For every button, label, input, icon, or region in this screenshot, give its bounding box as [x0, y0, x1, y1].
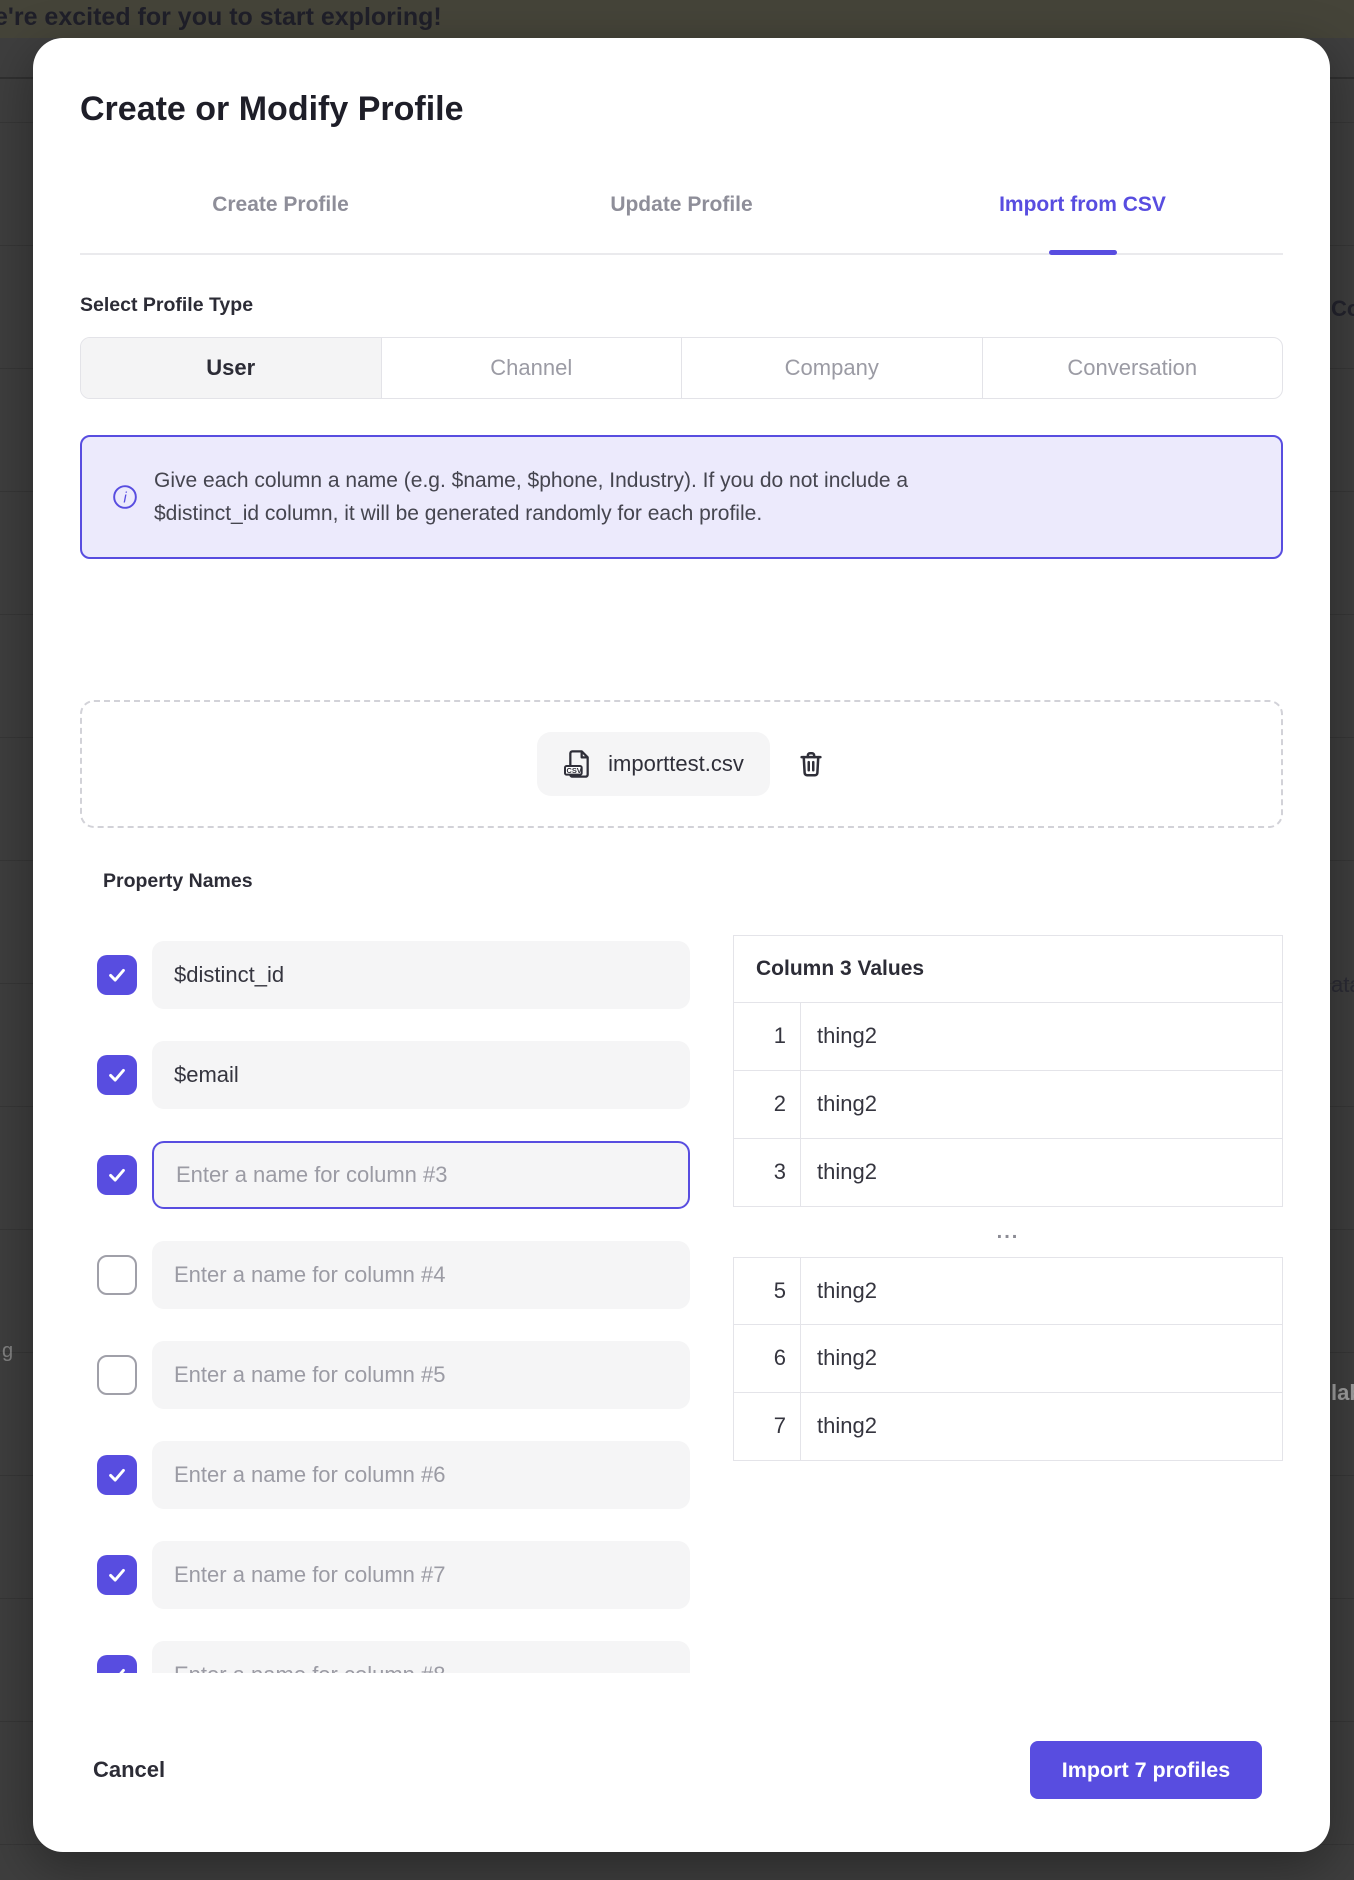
profile-type-channel[interactable]: Channel [381, 338, 682, 398]
row-index: 5 [734, 1258, 801, 1324]
row-index: 1 [734, 1003, 801, 1070]
table-row: 1 thing2 [733, 1003, 1283, 1071]
column-2-name-input[interactable] [152, 1041, 690, 1109]
tab-import-from-csv[interactable]: Import from CSV [882, 180, 1283, 230]
property-row [97, 1141, 697, 1209]
property-row [97, 941, 697, 1009]
row-value: thing2 [801, 1393, 877, 1460]
info-banner: i Give each column a name (e.g. $name, $… [80, 435, 1283, 559]
property-row [97, 1341, 697, 1409]
property-row [97, 1041, 697, 1109]
profile-type-conversation[interactable]: Conversation [982, 338, 1283, 398]
check-icon [106, 1564, 128, 1586]
table-row: 3 thing2 [733, 1139, 1283, 1207]
column-8-name-input[interactable] [152, 1641, 690, 1673]
property-row [97, 1241, 697, 1309]
column-3-name-input[interactable] [152, 1141, 690, 1209]
tab-create-profile[interactable]: Create Profile [80, 180, 481, 230]
background-text-fragment: Col [1331, 296, 1354, 322]
table-row: 2 thing2 [733, 1071, 1283, 1139]
column-5-name-input[interactable] [152, 1341, 690, 1409]
profile-type-user[interactable]: User [81, 338, 381, 398]
background-text-fragment: g [2, 1340, 13, 1363]
background-banner-text: e're excited for you to start exploring! [0, 3, 442, 32]
tab-update-profile[interactable]: Update Profile [481, 180, 882, 230]
create-or-modify-profile-dialog: Create or Modify Profile Create Profile … [33, 38, 1330, 1852]
table-row: 5 thing2 [733, 1257, 1283, 1325]
uploaded-file-chip[interactable]: CSV importtest.csv [537, 732, 770, 796]
dialog-title: Create or Modify Profile [80, 90, 464, 129]
column-7-name-input[interactable] [152, 1541, 690, 1609]
import-profiles-button[interactable]: Import 7 profiles [1030, 1741, 1262, 1799]
svg-text:CSV: CSV [567, 766, 582, 775]
column-6-name-input[interactable] [152, 1441, 690, 1509]
cancel-button[interactable]: Cancel [93, 1750, 165, 1790]
background-text-fragment: lab [1331, 1380, 1354, 1406]
info-banner-text: Give each column a name (e.g. $name, $ph… [154, 464, 1014, 530]
profile-type-company[interactable]: Company [681, 338, 982, 398]
column-values-preview: Column 3 Values 1 thing2 2 thing2 3 thin… [733, 935, 1283, 1461]
column-1-checkbox[interactable] [97, 955, 137, 995]
table-row: 6 thing2 [733, 1325, 1283, 1393]
uploaded-file-name: importtest.csv [608, 751, 744, 777]
check-icon [106, 1464, 128, 1486]
column-2-checkbox[interactable] [97, 1055, 137, 1095]
check-icon [106, 964, 128, 986]
column-6-checkbox[interactable] [97, 1455, 137, 1495]
row-index: 6 [734, 1325, 801, 1392]
check-icon [106, 1164, 128, 1186]
preview-table-header: Column 3 Values [733, 935, 1283, 1003]
select-profile-type-label: Select Profile Type [80, 294, 253, 317]
property-names-list [97, 941, 697, 1673]
column-1-name-input[interactable] [152, 941, 690, 1009]
row-value: thing2 [801, 1325, 877, 1392]
profile-type-segmented-control: User Channel Company Conversation [80, 337, 1283, 399]
csv-file-icon: CSV [563, 748, 595, 780]
row-value: thing2 [801, 1071, 877, 1138]
column-3-checkbox[interactable] [97, 1155, 137, 1195]
column-5-checkbox[interactable] [97, 1355, 137, 1395]
background-banner: e're excited for you to start exploring! [0, 0, 1354, 38]
row-value: thing2 [801, 1139, 877, 1206]
row-index: 2 [734, 1071, 801, 1138]
property-row [97, 1541, 697, 1609]
table-row: 7 thing2 [733, 1393, 1283, 1461]
background-text-fragment: ata [1331, 972, 1354, 998]
row-value: thing2 [801, 1003, 877, 1070]
check-icon [106, 1664, 128, 1673]
row-index: 3 [734, 1139, 801, 1206]
rows-ellipsis: ... [733, 1212, 1283, 1252]
column-8-checkbox[interactable] [97, 1655, 137, 1673]
column-7-checkbox[interactable] [97, 1555, 137, 1595]
property-row [97, 1641, 697, 1673]
csv-upload-dropzone[interactable]: CSV importtest.csv [80, 700, 1283, 828]
column-4-checkbox[interactable] [97, 1255, 137, 1295]
info-icon: i [112, 484, 138, 510]
row-value: thing2 [801, 1258, 877, 1324]
active-tab-underline [1049, 250, 1117, 255]
row-index: 7 [734, 1393, 801, 1460]
svg-text:i: i [123, 489, 127, 506]
column-4-name-input[interactable] [152, 1241, 690, 1309]
property-names-label: Property Names [103, 870, 253, 893]
remove-file-button[interactable] [796, 749, 826, 779]
check-icon [106, 1064, 128, 1086]
dialog-tabs: Create Profile Update Profile Import fro… [80, 180, 1283, 230]
dimmed-background: e're excited for you to start exploring!… [0, 0, 1354, 1880]
trash-icon [796, 749, 826, 779]
property-row [97, 1441, 697, 1509]
